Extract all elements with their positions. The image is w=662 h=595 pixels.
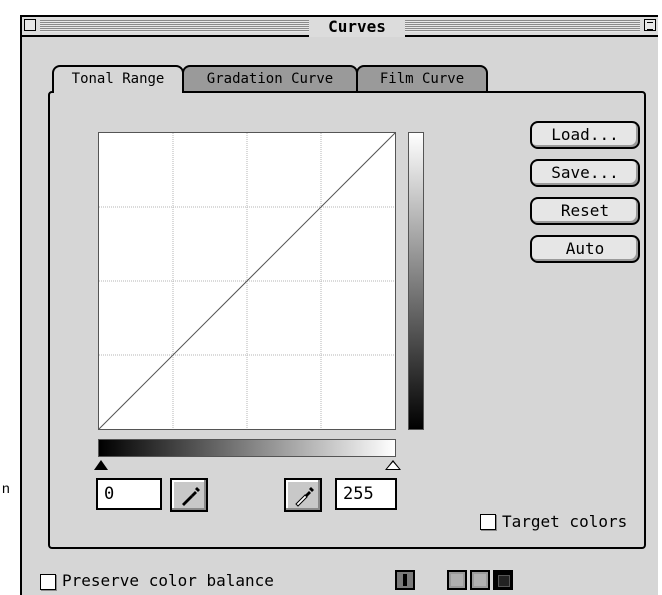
title-bar[interactable]: Curves <box>22 17 658 37</box>
curve-grid-svg <box>99 133 395 429</box>
white-point-slider[interactable] <box>385 460 401 470</box>
black-eyedropper-button[interactable] <box>170 478 208 512</box>
target-colors-checkbox[interactable] <box>480 514 496 530</box>
mode-option-4-button[interactable] <box>493 570 513 590</box>
load-button[interactable]: Load... <box>530 121 640 149</box>
white-point-field[interactable]: 255 <box>335 478 397 510</box>
preserve-color-balance-checkbox[interactable] <box>40 574 56 590</box>
preserve-color-balance-label: Preserve color balance <box>62 571 274 590</box>
eyedropper-white-icon <box>295 487 314 507</box>
tab-film-curve[interactable]: Film Curve <box>356 65 488 91</box>
output-gradient-bar <box>408 132 424 430</box>
window-title: Curves <box>309 17 405 37</box>
white-eyedropper-button[interactable] <box>284 478 322 512</box>
auto-button[interactable]: Auto <box>530 235 640 263</box>
save-button[interactable]: Save... <box>530 159 640 187</box>
close-box-icon[interactable] <box>24 19 36 31</box>
input-gradient-bar <box>98 439 396 457</box>
black-point-field[interactable]: 0 <box>96 478 162 510</box>
curves-window: Curves Tonal Range Gradation Curve Film … <box>20 15 658 595</box>
eyedropper-black-icon <box>182 487 200 506</box>
mode-master-button[interactable] <box>395 570 415 590</box>
zoom-box-icon[interactable] <box>644 19 656 31</box>
stray-text: n <box>2 480 10 496</box>
target-colors-label: Target colors <box>502 512 628 531</box>
black-point-slider[interactable] <box>94 460 108 470</box>
curve-graph[interactable] <box>98 132 396 430</box>
tab-gradation-curve[interactable]: Gradation Curve <box>182 65 358 91</box>
reset-button[interactable]: Reset <box>530 197 640 225</box>
tonal-range-panel: 0 255 Load... Save... Reset Auto Target … <box>48 91 646 549</box>
mode-option-3-button[interactable] <box>470 570 490 590</box>
tab-tonal-range[interactable]: Tonal Range <box>52 65 184 93</box>
mode-option-2-button[interactable] <box>447 570 467 590</box>
